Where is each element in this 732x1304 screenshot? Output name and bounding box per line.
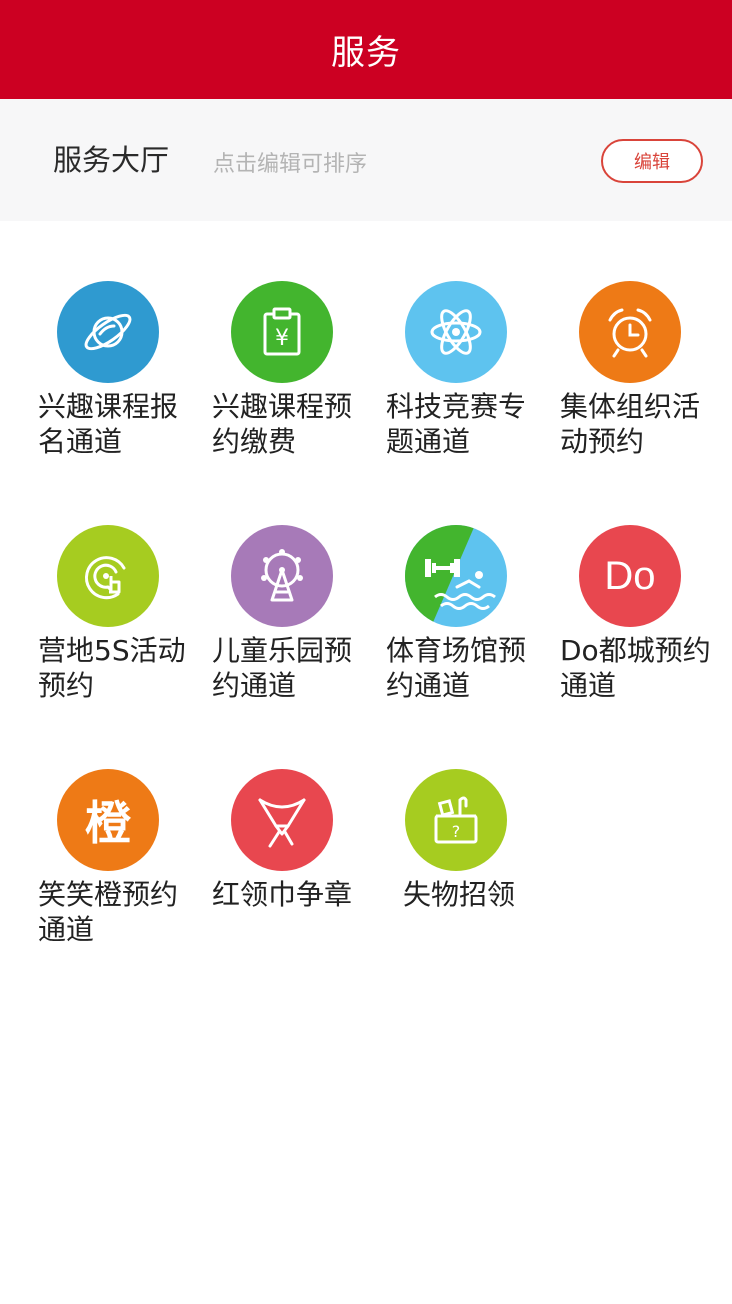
scarf-icon (231, 769, 333, 871)
alarm-clock-icon (579, 281, 681, 383)
service-kids-park[interactable]: 儿童乐园预约通道 (212, 525, 386, 745)
lost-box-icon: ? (405, 769, 507, 871)
service-tech-competition[interactable]: 科技竞赛专题通道 (386, 281, 560, 501)
service-sports-venue[interactable]: 体育场馆预约通道 (386, 525, 560, 745)
service-label: 兴趣课程报名通道 (38, 390, 179, 458)
service-xiaoxiaocheng[interactable]: 橙 笑笑橙预约通道 (38, 769, 212, 989)
svg-text:¥: ¥ (275, 326, 289, 351)
service-hall-header: 服务大厅 点击编辑可排序 编辑 (0, 99, 732, 221)
service-lost-and-found[interactable]: ? 失物招领 (386, 769, 560, 989)
service-label: 红领巾争章 (212, 878, 353, 911)
do-text-icon: Do (579, 525, 681, 627)
service-red-scarf[interactable]: 红领巾争章 (212, 769, 386, 989)
svg-text:?: ? (452, 822, 461, 841)
page-title: 服务 (331, 33, 401, 73)
ferris-wheel-icon (231, 525, 333, 627)
service-label: 失物招领 (402, 878, 515, 911)
service-label: 体育场馆预约通道 (386, 634, 527, 702)
orange-char-icon: 橙 (57, 769, 159, 871)
planet-icon (57, 281, 159, 383)
service-label: 儿童乐园预约通道 (212, 634, 353, 702)
dumbbell-swimmer-icon (405, 525, 507, 627)
service-group-activity[interactable]: 集体组织活动预约 (560, 281, 732, 501)
service-interest-course-payment[interactable]: ¥ 兴趣课程预约缴费 (212, 281, 386, 501)
target-tap-icon (57, 525, 159, 627)
service-camp-5s[interactable]: 营地5S活动预约 (38, 525, 212, 745)
sort-hint: 点击编辑可排序 (213, 152, 368, 177)
service-label: 科技竞赛专题通道 (386, 390, 527, 458)
service-do-city[interactable]: Do Do都城预约通道 (560, 525, 732, 745)
top-bar: 服务 (0, 0, 732, 99)
service-interest-course-signup[interactable]: 兴趣课程报名通道 (38, 281, 212, 501)
edit-button[interactable]: 编辑 (601, 139, 703, 183)
service-label: 笑笑橙预约通道 (38, 878, 179, 946)
service-label: 兴趣课程预约缴费 (212, 390, 353, 458)
atom-icon (405, 281, 507, 383)
service-label: Do都城预约通道 (560, 634, 711, 702)
service-label: 营地5S活动预约 (38, 634, 186, 702)
service-label: 集体组织活动预约 (560, 390, 701, 458)
service-hall-title: 服务大厅 (53, 143, 170, 177)
clipboard-yuan-icon: ¥ (231, 281, 333, 383)
